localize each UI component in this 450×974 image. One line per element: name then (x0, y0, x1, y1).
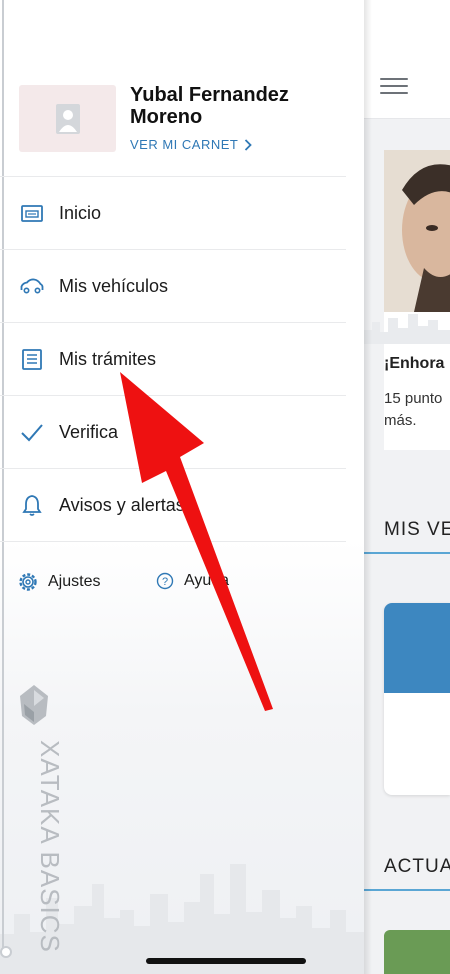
menu-label: Mis vehículos (59, 275, 169, 296)
left-rail-knob (0, 946, 12, 958)
profile-header[interactable]: Yubal Fernandez Moreno VER MI CARNET (19, 84, 349, 155)
vehicle-card-band (384, 603, 450, 693)
svg-text:?: ? (162, 576, 168, 588)
section-rule (364, 552, 450, 554)
document-list-icon (22, 349, 42, 370)
user-placeholder-icon (55, 103, 80, 134)
help-link[interactable]: ? Ayuda (156, 572, 229, 590)
vehicle-card[interactable] (384, 603, 450, 795)
section-rule (364, 889, 450, 891)
hamburger-menu-icon[interactable] (380, 78, 408, 98)
welcome-card[interactable]: ¡Enhora 15 punto más. (364, 150, 450, 450)
card-text: 15 punto más. (384, 388, 442, 432)
menu-item-verifica[interactable]: Verifica (0, 395, 346, 468)
drawer-menu: Inicio Mis vehículos Mis trámites Verifi… (0, 176, 346, 542)
news-thumbnail[interactable] (384, 930, 450, 974)
drawer-footer-links: Ajustes ? Ayuda (18, 572, 348, 596)
section-title-updates: ACTUA (384, 856, 450, 877)
gear-icon (19, 573, 37, 591)
home-card-icon (21, 205, 43, 222)
navigation-drawer: Yubal Fernandez Moreno VER MI CARNET Ini… (0, 0, 364, 974)
car-icon (20, 278, 44, 294)
card-text-line1: 15 punto (384, 390, 443, 407)
chevron-right-icon (245, 138, 253, 151)
main-screen: ¡Enhora 15 punto más. MIS VE ACTUA (364, 0, 450, 974)
view-card-link[interactable]: VER MI CARNET (130, 137, 253, 152)
menu-item-avisos[interactable]: Avisos y alertas (0, 468, 346, 542)
watermark-text: XATAKA BASICS (35, 740, 65, 953)
checkmark-icon (21, 424, 43, 442)
menu-label: Mis trámites (59, 348, 157, 369)
profile-photo (384, 150, 450, 312)
help-label: Ayuda (184, 572, 230, 589)
profile-name: Yubal Fernandez Moreno (130, 84, 289, 128)
view-card-label: VER MI CARNET (130, 137, 239, 152)
xataka-logo-icon (20, 685, 48, 725)
menu-label: Inicio (59, 202, 102, 223)
settings-link[interactable]: Ajustes (18, 572, 100, 592)
main-header (364, 0, 450, 119)
help-circle-icon: ? (156, 572, 174, 590)
home-indicator (146, 958, 306, 964)
menu-item-vehiculos[interactable]: Mis vehículos (0, 249, 346, 322)
skyline-decoration (364, 314, 450, 344)
avatar (19, 85, 116, 152)
menu-item-inicio[interactable]: Inicio (0, 176, 346, 249)
drawer-shadow (364, 0, 372, 974)
menu-label: Avisos y alertas (59, 494, 185, 515)
section-title-vehicles: MIS VE (384, 519, 450, 540)
settings-label: Ajustes (48, 573, 101, 590)
menu-label: Verifica (59, 421, 119, 442)
card-text-line2: más. (384, 412, 417, 429)
menu-item-tramites[interactable]: Mis trámites (0, 322, 346, 395)
bell-icon (22, 495, 42, 516)
card-title: ¡Enhora (384, 355, 445, 372)
